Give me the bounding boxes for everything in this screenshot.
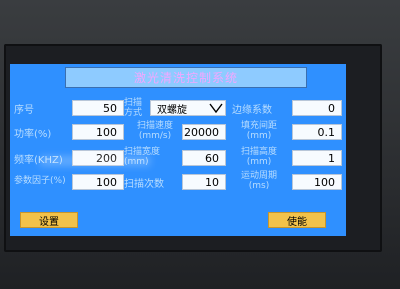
label-scan-height: 扫描高度 (mm) — [236, 146, 282, 168]
label-scan-count: 扫描次数 — [124, 174, 164, 190]
seq-value: 50 — [103, 101, 117, 115]
settings-button[interactable]: 设置 — [20, 212, 78, 228]
edge-coeff-field[interactable]: 0 — [292, 100, 342, 116]
label-edge-coeff-text: 边缘系数 — [232, 104, 272, 116]
scan-speed-field[interactable]: 20000 — [182, 124, 226, 140]
label-scan-height-line1: 扫描高度 — [240, 147, 277, 157]
label-frequency: 频率(KHZ) — [14, 150, 63, 166]
label-scan-mode-line2: 方式 — [124, 108, 143, 118]
edge-coeff-value: 0 — [328, 101, 335, 115]
device-housing: 激光清洗控制系统 序号 50 扫描 方式 双螺旋 边缘系数 0 功率(%) 10… — [0, 0, 400, 289]
chevron-down-icon — [207, 100, 225, 116]
label-fill-spacing: 填充间距 (mm) — [236, 120, 282, 142]
scan-mode-select[interactable]: 双螺旋 — [150, 100, 226, 116]
motion-period-field[interactable]: 100 — [292, 174, 342, 190]
label-power-text: 功率(%) — [14, 128, 52, 140]
frequency-value: 200 — [96, 151, 117, 165]
label-scan-speed-line2: (mm/s) — [138, 131, 172, 141]
power-value: 100 — [96, 125, 117, 139]
scan-width-value: 60 — [205, 151, 219, 165]
label-scan-width: 扫描宽度 (mm) — [124, 146, 160, 168]
label-seq-text: 序号 — [14, 104, 34, 116]
settings-button-label: 设置 — [39, 216, 59, 228]
scan-count-value: 10 — [205, 175, 219, 189]
enable-button-label: 使能 — [287, 216, 307, 228]
power-field[interactable]: 100 — [72, 124, 124, 140]
fill-spacing-field[interactable]: 0.1 — [292, 124, 342, 140]
hmi-screen: 激光清洗控制系统 序号 50 扫描 方式 双螺旋 边缘系数 0 功率(%) 10… — [10, 64, 346, 236]
label-scan-count-text: 扫描次数 — [124, 178, 164, 190]
page-title-text: 激光清洗控制系统 — [133, 71, 238, 85]
fill-spacing-value: 0.1 — [317, 125, 336, 139]
scan-speed-value: 20000 — [184, 125, 219, 139]
label-scan-speed: 扫描速度 (mm/s) — [128, 120, 182, 142]
label-fill-spacing-line1: 填充间距 — [240, 121, 277, 131]
label-scan-width-line2: (mm) — [124, 157, 149, 167]
scan-mode-value: 双螺旋 — [157, 104, 187, 116]
label-param-factor-text: 参数因子(%) — [14, 176, 66, 186]
label-edge-coeff: 边缘系数 — [232, 100, 272, 116]
scan-count-field[interactable]: 10 — [182, 174, 226, 190]
label-scan-height-line2: (mm) — [246, 157, 272, 167]
motion-period-value: 100 — [314, 175, 335, 189]
label-scan-width-line1: 扫描宽度 — [124, 147, 161, 157]
label-motion-period-line2: (ms) — [248, 181, 270, 191]
label-scan-mode: 扫描 方式 — [124, 97, 142, 119]
label-scan-mode-line1: 扫描 — [124, 98, 143, 108]
label-seq: 序号 — [14, 100, 34, 116]
param-factor-value: 100 — [96, 175, 117, 189]
label-frequency-text: 频率(KHZ) — [14, 154, 63, 166]
scan-height-value: 1 — [328, 151, 335, 165]
scan-height-field[interactable]: 1 — [292, 150, 342, 166]
enable-button[interactable]: 使能 — [268, 212, 326, 228]
seq-field[interactable]: 50 — [72, 100, 124, 116]
scan-width-field[interactable]: 60 — [182, 150, 226, 166]
label-motion-period-line1: 运动周期 — [240, 171, 277, 181]
frequency-field[interactable]: 200 — [72, 150, 124, 166]
label-scan-speed-line1: 扫描速度 — [136, 121, 173, 131]
label-fill-spacing-line2: (mm) — [246, 131, 272, 141]
label-motion-period: 运动周期 (ms) — [236, 170, 282, 192]
label-power: 功率(%) — [14, 124, 51, 140]
label-param-factor: 参数因子(%) — [14, 170, 72, 192]
page-title: 激光清洗控制系统 — [65, 67, 307, 88]
param-factor-field[interactable]: 100 — [72, 174, 124, 190]
